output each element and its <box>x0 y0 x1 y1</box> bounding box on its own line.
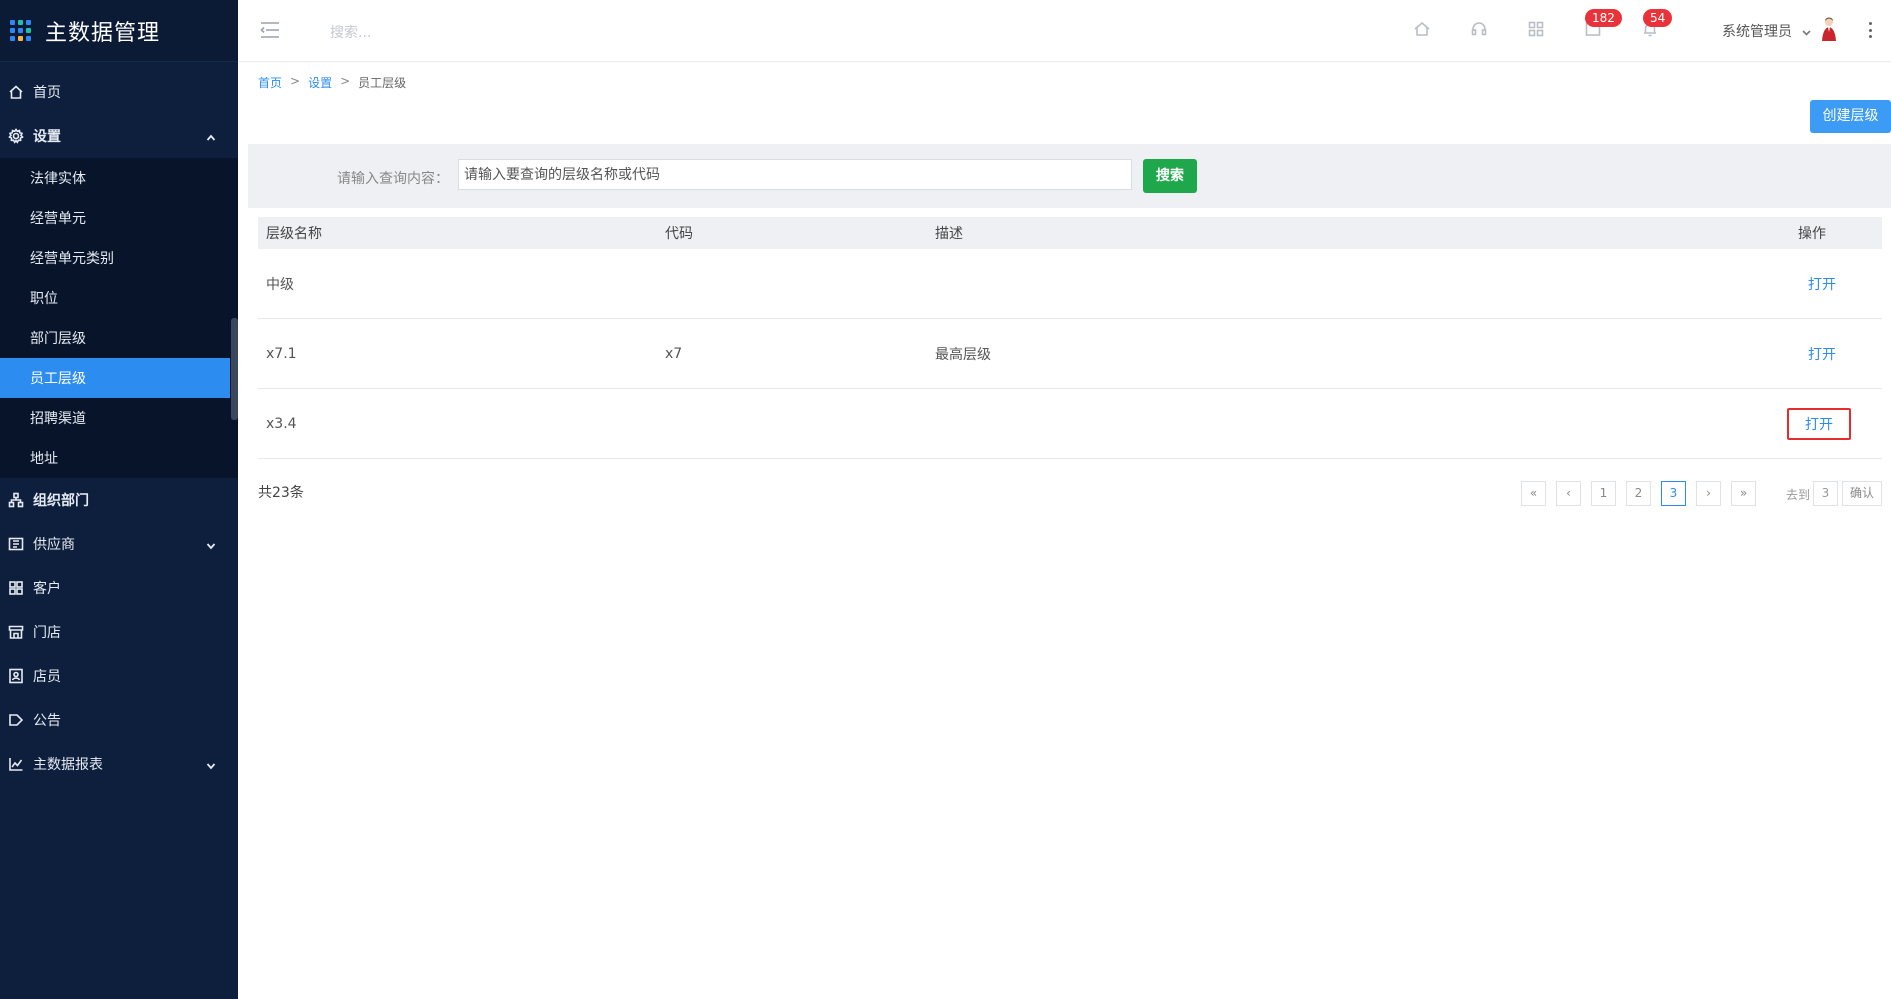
column-header-code: 代码 <box>665 226 693 242</box>
apps-grid-icon[interactable] <box>10 20 31 41</box>
open-link[interactable]: 打开 <box>1798 340 1846 368</box>
table-header: 层级名称 代码 描述 操作 <box>258 217 1882 249</box>
search-panel: 请输入查询内容： 搜索 <box>248 144 1891 208</box>
store-icon <box>8 624 24 640</box>
breadcrumb-home[interactable]: 首页 <box>258 74 282 91</box>
sidebar-item-employee-level[interactable]: 员工层级 <box>0 358 230 398</box>
avatar[interactable] <box>1818 16 1840 42</box>
home-icon <box>8 84 24 100</box>
sidebar-item-customer[interactable]: 客户 <box>0 566 238 610</box>
open-link[interactable]: 打开 <box>1798 270 1846 298</box>
sidebar-item-label: 主数据报表 <box>33 757 103 773</box>
announcement-icon <box>8 712 24 728</box>
level-table: 层级名称 代码 描述 操作 中级 打开 x7.1 x7 最高层级 打开 x3.4… <box>258 217 1882 459</box>
table-row: 中级 打开 <box>258 249 1882 319</box>
sidebar-item-legal-entity[interactable]: 法律实体 <box>0 158 230 198</box>
sidebar-item-label: 组织部门 <box>33 493 89 509</box>
column-header-name: 层级名称 <box>266 226 322 242</box>
home-icon[interactable] <box>1413 20 1431 38</box>
breadcrumb-separator: > <box>340 74 351 88</box>
org-icon <box>8 492 24 508</box>
sidebar-item-label: 店员 <box>33 669 61 685</box>
page-button-current[interactable]: 3 <box>1661 481 1686 506</box>
next-page-button[interactable]: › <box>1696 481 1721 506</box>
cell-description: 最高层级 <box>935 346 991 363</box>
sidebar-item-label: 首页 <box>33 85 61 101</box>
cell-name: 中级 <box>266 276 294 293</box>
sidebar-item-org[interactable]: 组织部门 <box>0 478 238 522</box>
column-header-description: 描述 <box>935 226 963 242</box>
cell-name: x7.1 <box>266 345 297 362</box>
sidebar-item-business-unit[interactable]: 经营单元 <box>0 198 230 238</box>
customer-icon <box>8 580 24 596</box>
breadcrumb-separator: > <box>290 74 301 88</box>
main-content: 首页 > 设置 > 员工层级 创建层级 请输入查询内容： 搜索 层级名称 代码 … <box>238 63 1891 999</box>
message-count-badge: 182 <box>1585 9 1622 27</box>
chevron-down-icon <box>206 759 216 770</box>
open-link[interactable]: 打开 <box>1787 407 1851 440</box>
sidebar-item-department-level[interactable]: 部门层级 <box>0 318 230 358</box>
table-row: x3.4 打开 <box>258 389 1882 459</box>
first-page-button[interactable]: « <box>1521 481 1546 506</box>
cell-code: x7 <box>665 345 683 362</box>
goto-confirm-button[interactable]: 确认 <box>1842 481 1882 506</box>
chevron-down-icon <box>206 539 216 550</box>
sidebar-item-label: 供应商 <box>33 537 75 553</box>
settings-submenu: 法律实体 经营单元 经营单元类别 职位 部门层级 员工层级 招聘渠道 地址 <box>0 158 238 478</box>
breadcrumb: 首页 > 设置 > 员工层级 <box>258 74 406 91</box>
notification-count-badge: 54 <box>1643 9 1673 27</box>
create-level-button[interactable]: 创建层级 <box>1810 100 1891 133</box>
table-row: x7.1 x7 最高层级 打开 <box>258 319 1882 389</box>
sidebar-item-report[interactable]: 主数据报表 <box>0 742 238 786</box>
column-header-action: 操作 <box>1798 226 1826 242</box>
sidebar-item-position[interactable]: 职位 <box>0 278 230 318</box>
pagination: « ‹ 1 2 3 › » <box>1521 481 1766 506</box>
brand-title: 主数据管理 <box>45 20 161 46</box>
sidebar-item-label: 公告 <box>33 713 61 729</box>
chart-icon <box>8 756 24 772</box>
page-button[interactable]: 2 <box>1626 481 1651 506</box>
global-search-input[interactable]: 搜索... <box>330 22 371 42</box>
sidebar-item-supplier[interactable]: 供应商 <box>0 522 238 566</box>
sidebar-item-announcement[interactable]: 公告 <box>0 698 238 742</box>
apps-icon[interactable] <box>1527 20 1545 38</box>
sidebar-item-recruit-channel[interactable]: 招聘渠道 <box>0 398 230 438</box>
sidebar-item-store[interactable]: 门店 <box>0 610 238 654</box>
sidebar-scrollbar[interactable] <box>231 318 238 420</box>
search-input[interactable] <box>458 159 1132 190</box>
page-button[interactable]: 1 <box>1591 481 1616 506</box>
chevron-up-icon <box>206 131 216 141</box>
topbar: 搜索... 182 54 系统管理员 <box>238 0 1891 62</box>
search-label: 请输入查询内容： <box>337 171 449 187</box>
sidebar-item-home[interactable]: 首页 <box>0 70 238 114</box>
staff-icon <box>8 668 24 684</box>
total-count: 共23条 <box>258 485 304 501</box>
goto-label: 去到 <box>1786 488 1811 502</box>
sidebar: 主数据管理 首页 设置 法律实体 经营单元 经营单元类别 职位 部门层级 员工层… <box>0 0 238 999</box>
supplier-icon <box>8 536 24 552</box>
sidebar-item-label: 门店 <box>33 625 61 641</box>
brand: 主数据管理 <box>0 0 238 62</box>
sidebar-item-business-unit-type[interactable]: 经营单元类别 <box>0 238 230 278</box>
headset-icon[interactable] <box>1470 20 1488 38</box>
sidebar-item-label: 客户 <box>33 581 61 597</box>
more-options-icon[interactable] <box>1869 22 1873 38</box>
search-button[interactable]: 搜索 <box>1143 159 1197 193</box>
menu-toggle-icon[interactable] <box>260 21 280 39</box>
sidebar-item-settings[interactable]: 设置 <box>0 114 238 158</box>
sidebar-item-label: 设置 <box>33 129 61 145</box>
breadcrumb-current: 员工层级 <box>358 76 407 90</box>
user-name[interactable]: 系统管理员 <box>1722 21 1792 41</box>
sidebar-item-staff[interactable]: 店员 <box>0 654 238 698</box>
prev-page-button[interactable]: ‹ <box>1556 481 1581 506</box>
cell-name: x3.4 <box>266 415 297 432</box>
chevron-down-icon[interactable] <box>1802 25 1811 36</box>
gear-icon <box>8 128 24 144</box>
goto-page-input[interactable]: 3 <box>1813 481 1838 506</box>
breadcrumb-settings[interactable]: 设置 <box>308 74 332 91</box>
last-page-button[interactable]: » <box>1731 481 1756 506</box>
sidebar-item-address[interactable]: 地址 <box>0 438 230 478</box>
